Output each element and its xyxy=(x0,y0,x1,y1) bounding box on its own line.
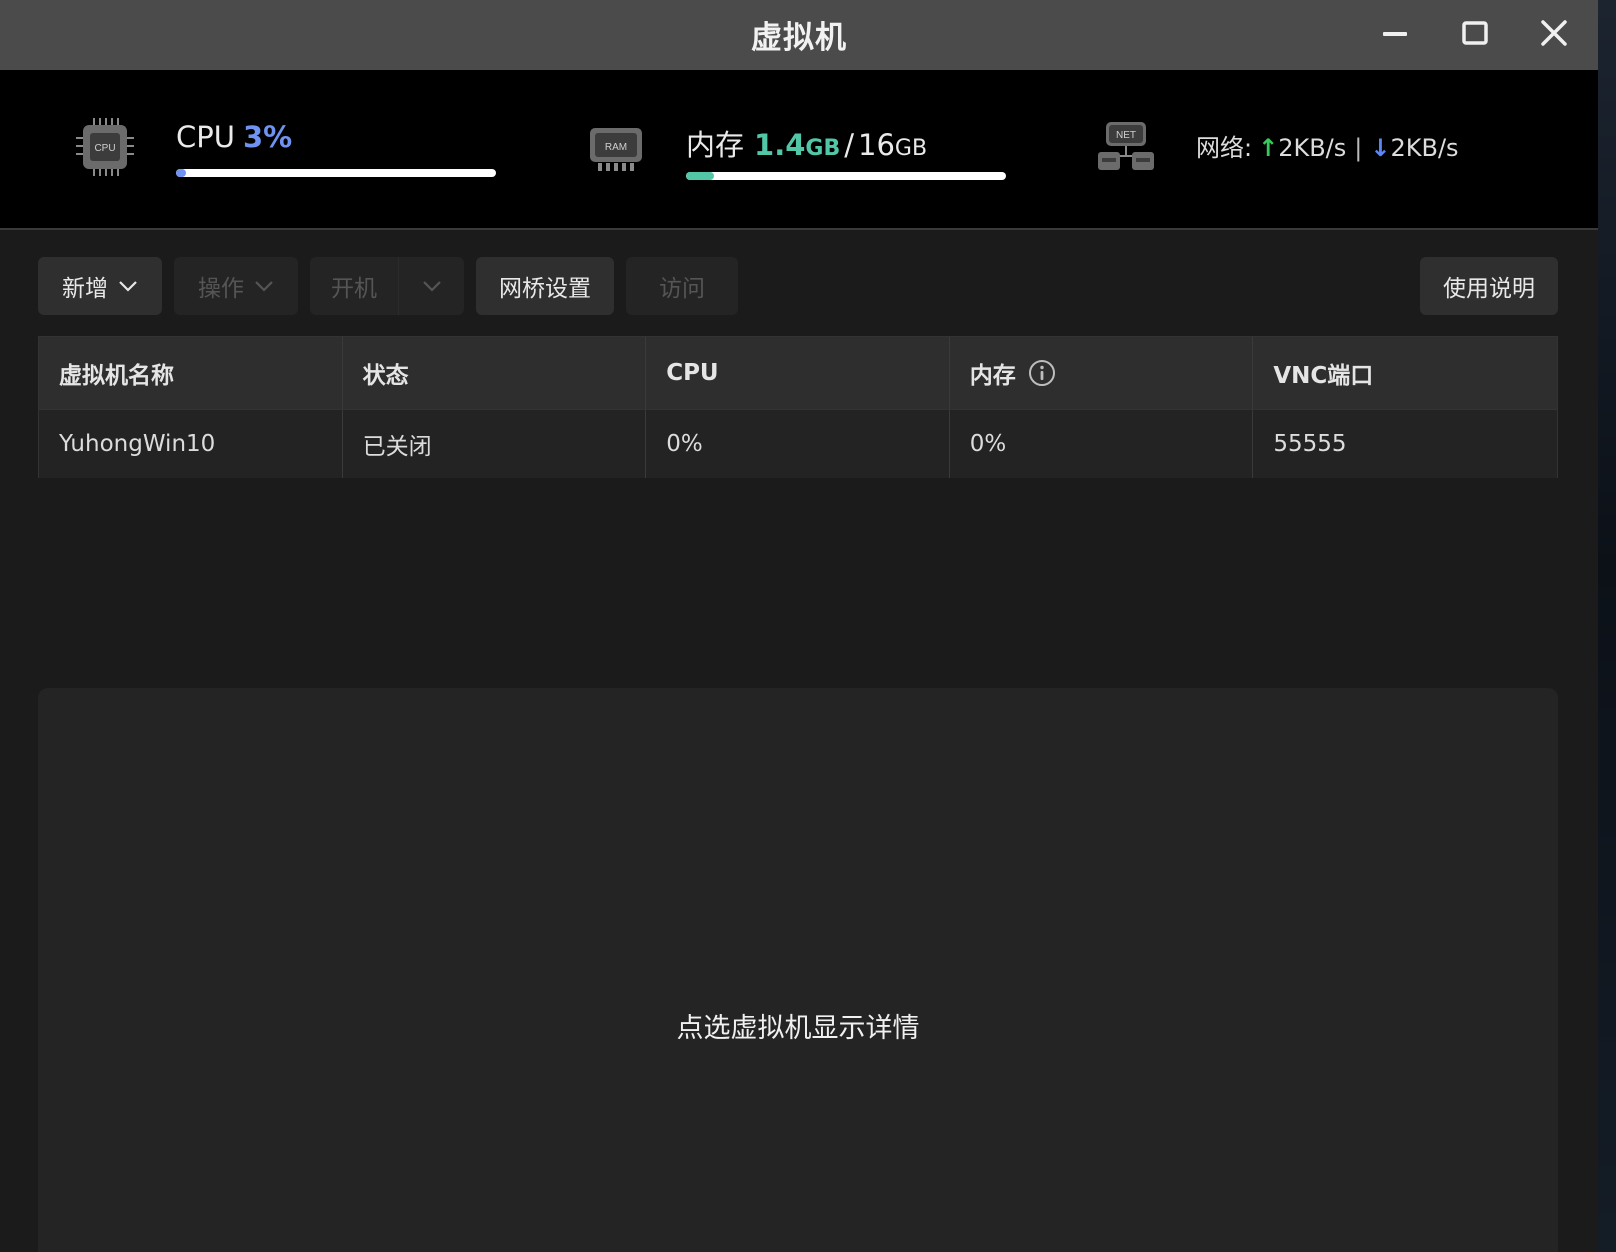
start-split-button[interactable]: 开机 xyxy=(310,257,464,315)
bridge-settings-button[interactable]: 网桥设置 xyxy=(476,257,614,315)
network-label-text: 网络: xyxy=(1196,134,1253,162)
network-divider: | xyxy=(1354,134,1363,162)
download-arrow-icon: ↓ xyxy=(1370,134,1391,162)
cpu-icon: CPU xyxy=(76,118,134,176)
vm-cpu-cell: 0% xyxy=(646,410,950,478)
svg-text:NET: NET xyxy=(1116,130,1136,141)
cpu-usage-fill xyxy=(176,169,186,177)
minimize-button[interactable] xyxy=(1373,14,1417,54)
vm-memory-cell: 0% xyxy=(950,410,1254,478)
cpu-usage-bar xyxy=(176,169,496,177)
help-button[interactable]: 使用说明 xyxy=(1420,257,1558,315)
memory-label-text: 内存 xyxy=(686,128,745,162)
column-header-status[interactable]: 状态 xyxy=(343,337,647,409)
upload-speed: 2KB/s xyxy=(1278,134,1347,162)
chevron-down-icon xyxy=(255,281,273,292)
vm-status-cell: 已关闭 xyxy=(343,410,647,478)
info-icon[interactable] xyxy=(1028,359,1056,387)
memory-separator: / xyxy=(844,128,854,162)
download-speed: 2KB/s xyxy=(1390,134,1459,162)
visit-button[interactable]: 访问 xyxy=(626,257,738,315)
column-header-memory[interactable]: 内存 xyxy=(950,337,1254,409)
operations-button-label: 操作 xyxy=(198,276,244,302)
svg-text:RAM: RAM xyxy=(605,142,627,153)
cpu-usage-label: CPU 3% xyxy=(176,120,292,154)
cpu-usage-value: 3% xyxy=(242,120,293,154)
vm-name-cell: YuhongWin10 xyxy=(39,410,343,478)
vm-details-panel: 点选虚拟机显示详情 xyxy=(38,688,1558,1252)
maximize-button[interactable] xyxy=(1453,14,1497,54)
chevron-down-icon xyxy=(422,281,441,292)
start-button-label[interactable]: 开机 xyxy=(310,269,398,303)
minimize-icon xyxy=(1383,32,1407,36)
table-header-row: 虚拟机名称 状态 CPU 内存 VNC端口 xyxy=(39,337,1557,409)
column-header-name[interactable]: 虚拟机名称 xyxy=(39,337,343,409)
cpu-label-text: CPU xyxy=(176,120,235,154)
upload-arrow-icon: ↑ xyxy=(1258,134,1279,162)
network-speed-label: 网络: ↑2KB/s | ↓2KB/s xyxy=(1196,128,1459,163)
vm-vnc-port-cell: 55555 xyxy=(1273,431,1347,457)
close-icon xyxy=(1541,20,1567,46)
maximize-icon xyxy=(1462,21,1488,45)
chevron-down-icon xyxy=(119,281,137,292)
close-button[interactable] xyxy=(1532,14,1576,54)
column-header-cpu[interactable]: CPU xyxy=(646,337,950,409)
memory-usage-label: 内存 1.4GB/16GB xyxy=(686,122,927,164)
table-row[interactable]: YuhongWin10 已关闭 0% 0% 55555 xyxy=(39,409,1557,478)
vm-manager-window: 虚拟机 CPU CPU 3% RAM 内存 1.4GB / 16GB NET 网… xyxy=(0,0,1598,1252)
memory-usage-fill xyxy=(686,172,714,180)
desktop-background xyxy=(1598,0,1616,1252)
add-dropdown-button[interactable]: 新增 xyxy=(38,257,162,315)
column-header-memory-label: 内存 xyxy=(969,363,1016,389)
memory-total-value: 16GB xyxy=(858,128,928,162)
column-header-vnc-port[interactable]: VNC端口 xyxy=(1253,337,1557,409)
ram-icon: RAM xyxy=(590,128,642,171)
start-options-toggle[interactable] xyxy=(398,257,464,315)
operations-dropdown-button[interactable]: 操作 xyxy=(174,257,298,315)
add-button-label: 新增 xyxy=(62,276,108,302)
memory-usage-bar xyxy=(686,172,1006,180)
window-title: 虚拟机 xyxy=(751,20,847,56)
details-empty-hint: 点选虚拟机显示详情 xyxy=(676,1013,920,1044)
title-bar: 虚拟机 xyxy=(0,0,1598,70)
net-icon: NET xyxy=(1098,122,1154,170)
svg-text:CPU: CPU xyxy=(94,143,115,154)
memory-used-value: 1.4GB xyxy=(754,128,841,162)
vm-table: 虚拟机名称 状态 CPU 内存 VNC端口 YuhongWin10 已关闭 0%… xyxy=(38,336,1558,478)
resource-stats-bar: CPU CPU 3% RAM 内存 1.4GB/16GB NET 网络: ↑2K… xyxy=(0,70,1598,230)
